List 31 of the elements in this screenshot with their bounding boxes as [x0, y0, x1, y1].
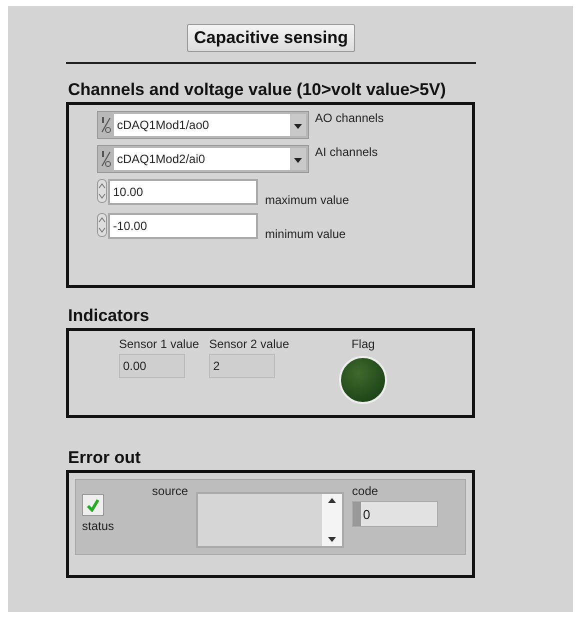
io-icon [100, 148, 112, 170]
indicator-label: Sensor 2 value [209, 337, 290, 351]
indicator-field: 0.00 [119, 354, 185, 378]
numeric-field[interactable]: 10.00 [108, 179, 258, 205]
section-heading: Indicators [68, 306, 150, 326]
indicator-field: 2 [209, 354, 276, 378]
channel-selector[interactable]: cDAQ1Mod1/ao0 [97, 111, 309, 139]
checkmark-icon [86, 498, 100, 512]
channel-selector[interactable]: cDAQ1Mod2/ai0 [97, 145, 309, 173]
spinner-icon[interactable] [97, 213, 107, 237]
indicator-label: Sensor 1 value [119, 337, 200, 351]
status-checkbox[interactable] [82, 494, 104, 516]
control-label: AO channels [315, 111, 384, 125]
section-heading: Error out [68, 448, 142, 468]
title-button[interactable]: Capacitive sensing [186, 24, 355, 52]
control-label: AI channels [315, 145, 378, 159]
scrollbar[interactable] [322, 494, 342, 546]
io-icon [100, 114, 112, 136]
status-label: status [82, 519, 114, 533]
control-label: maximum value [265, 193, 350, 207]
control-label: minimum value [265, 227, 346, 241]
section-heading: Channels and voltage value (10>volt value>5V) [68, 80, 447, 100]
indicator-label: Flag [351, 337, 375, 351]
source-field[interactable] [196, 492, 344, 548]
scroll-up-icon[interactable] [328, 498, 336, 503]
numeric-field[interactable]: -10.00 [108, 213, 258, 239]
spinner-icon[interactable] [97, 179, 107, 203]
source-label: source [152, 484, 188, 500]
scroll-down-icon[interactable] [328, 537, 336, 542]
code-field: 0 [352, 501, 438, 527]
code-label: code [352, 484, 380, 498]
